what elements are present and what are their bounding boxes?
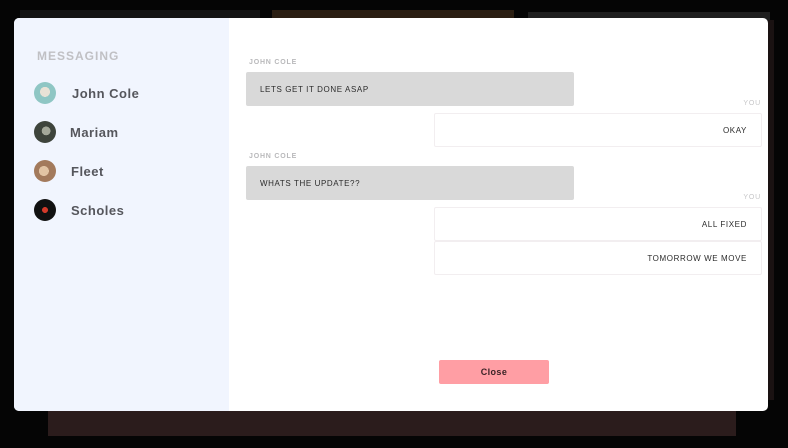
outgoing-message: ALL FIXED — [434, 207, 762, 241]
chat-panel: JOHN COLE LETS GET IT DONE ASAP YOU OKAY… — [229, 18, 768, 411]
background-panel — [768, 20, 774, 400]
outgoing-message: TOMORROW WE MOVE — [434, 241, 762, 275]
avatar — [34, 199, 56, 221]
contact-name: Mariam — [70, 124, 119, 140]
avatar — [34, 160, 56, 182]
close-button[interactable]: Close — [439, 360, 549, 384]
contacts-sidebar: MESSAGING John Cole Mariam Fleet Scholes — [14, 18, 229, 411]
avatar — [34, 82, 56, 104]
contact-name: John Cole — [72, 85, 140, 101]
avatar — [34, 121, 56, 143]
contact-name: Scholes — [71, 202, 125, 218]
contact-mariam[interactable]: Mariam — [34, 121, 229, 143]
contact-scholes[interactable]: Scholes — [34, 199, 229, 221]
background-panel — [48, 410, 736, 436]
incoming-message: WHATS THE UPDATE?? — [246, 166, 574, 200]
contact-fleet[interactable]: Fleet — [34, 160, 229, 182]
contact-name: Fleet — [71, 163, 104, 179]
message-sender: YOU — [743, 194, 761, 201]
message-sender: JOHN COLE — [249, 153, 298, 160]
incoming-message: LETS GET IT DONE ASAP — [246, 72, 574, 106]
message-sender: YOU — [743, 100, 761, 107]
sidebar-title: MESSAGING — [37, 49, 120, 63]
messaging-modal: MESSAGING John Cole Mariam Fleet Scholes… — [14, 18, 768, 411]
outgoing-message: OKAY — [434, 113, 762, 147]
contact-john-cole[interactable]: John Cole — [34, 82, 229, 104]
message-sender: JOHN COLE — [249, 59, 298, 66]
